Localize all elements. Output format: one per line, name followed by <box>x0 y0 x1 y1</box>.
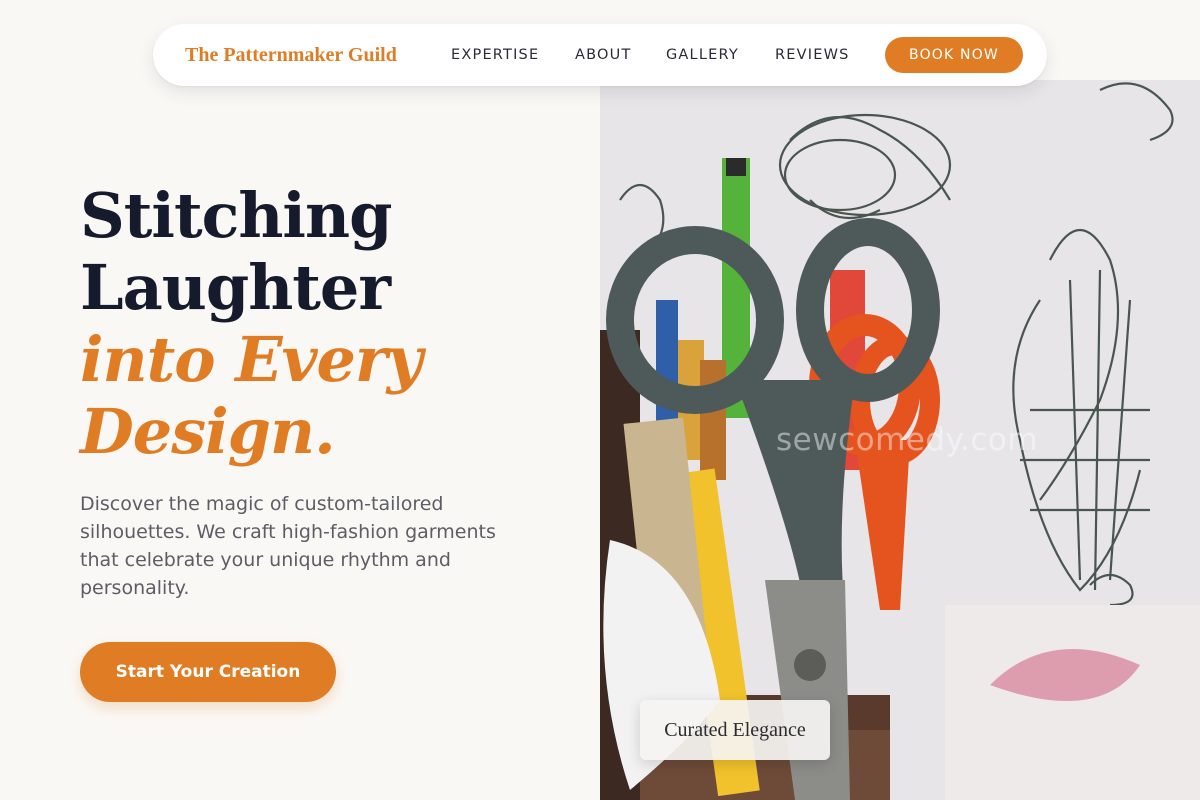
watermark-text: sewcomedy.com <box>776 422 1039 458</box>
headline-line-2: Laughter <box>80 251 391 324</box>
start-creation-button[interactable]: Start Your Creation <box>80 642 336 702</box>
headline-accent-line-1: into Every <box>80 323 423 396</box>
headline-accent-line-2: Design. <box>80 395 336 468</box>
nav-link-about[interactable]: ABOUT <box>575 24 632 86</box>
nav-link-gallery[interactable]: GALLERY <box>666 24 739 86</box>
hero-image: sewcomedy.com Curated Elegance <box>600 80 1200 800</box>
brand-logo-link[interactable]: The Patternmaker Guild <box>185 24 397 86</box>
hero-description: Discover the magic of custom-tailored si… <box>80 493 496 599</box>
image-caption-card: Curated Elegance <box>640 700 830 760</box>
image-caption-text: Curated Elegance <box>664 718 806 741</box>
hero-headline: Stitching Laughter into Every Design. <box>80 180 580 468</box>
book-now-button[interactable]: BOOK NOW <box>885 37 1023 73</box>
headline-line-1: Stitching <box>80 179 392 252</box>
top-navigation-bar: The Patternmaker Guild EXPERTISE ABOUT G… <box>153 24 1047 86</box>
nav-link-reviews[interactable]: REVIEWS <box>775 24 850 86</box>
nav-link-expertise[interactable]: EXPERTISE <box>451 24 539 86</box>
